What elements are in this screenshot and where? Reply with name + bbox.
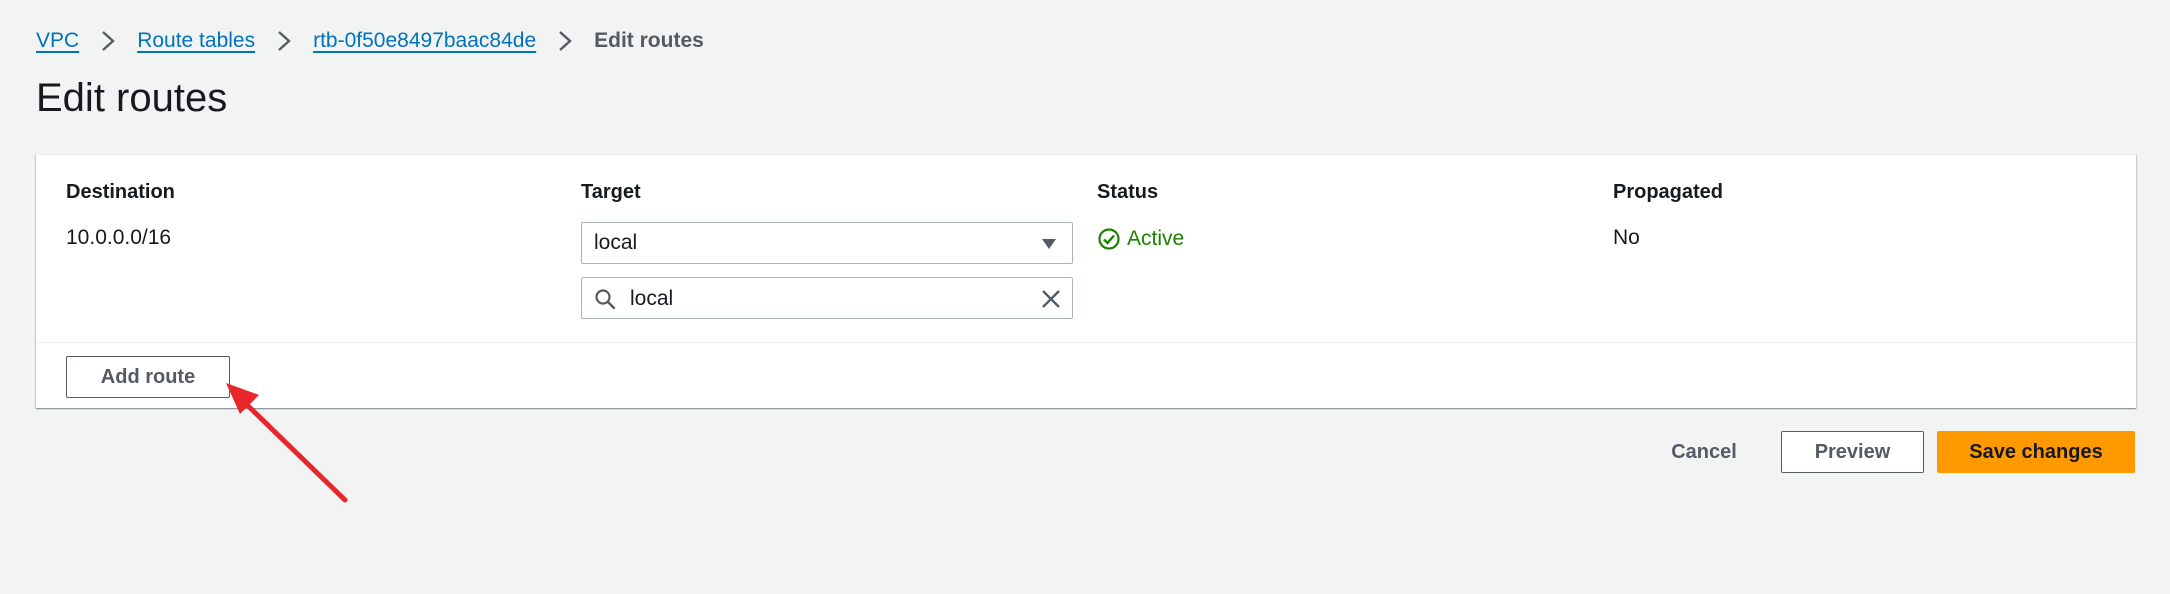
destination-value: 10.0.0.0/16 (66, 226, 172, 249)
search-icon (595, 289, 616, 310)
target-search-input[interactable]: local (581, 277, 1073, 319)
caret-down-icon (1042, 239, 1056, 249)
target-search-value: local (630, 287, 674, 310)
propagated-value: No (1613, 226, 1640, 249)
column-header-destination: Destination (66, 181, 175, 203)
add-route-button[interactable]: Add route (66, 356, 230, 398)
status-badge: Active (1097, 225, 1184, 253)
breadcrumb: VPC Route tables rtb-0f50e8497baac84de E… (36, 27, 704, 55)
column-header-target: Target (581, 181, 641, 203)
status-label: Active (1127, 227, 1185, 250)
chevron-right-icon (91, 27, 125, 55)
column-header-propagated: Propagated (1613, 181, 1724, 203)
column-header-status: Status (1097, 181, 1159, 203)
close-icon[interactable] (1040, 288, 1062, 310)
breadcrumb-current: Edit routes (594, 29, 704, 52)
status-success-icon (1098, 228, 1120, 250)
cancel-button[interactable]: Cancel (1660, 431, 1748, 473)
routes-card: Destination Target Status Propagated 10.… (36, 154, 2136, 408)
breadcrumb-route-tables-link[interactable]: Route tables (137, 29, 255, 53)
chevron-right-icon (548, 27, 582, 55)
page-title: Edit routes (36, 76, 228, 120)
target-select[interactable]: local (581, 222, 1073, 264)
preview-button[interactable]: Preview (1781, 431, 1924, 473)
chevron-right-icon (267, 27, 301, 55)
edit-routes-page: VPC Route tables rtb-0f50e8497baac84de E… (0, 0, 2170, 594)
target-select-value: local (594, 231, 638, 254)
breadcrumb-vpc-link[interactable]: VPC (36, 29, 79, 53)
card-divider (36, 342, 2136, 343)
save-changes-button[interactable]: Save changes (1937, 431, 2135, 473)
breadcrumb-route-table-id-link[interactable]: rtb-0f50e8497baac84de (313, 29, 536, 53)
